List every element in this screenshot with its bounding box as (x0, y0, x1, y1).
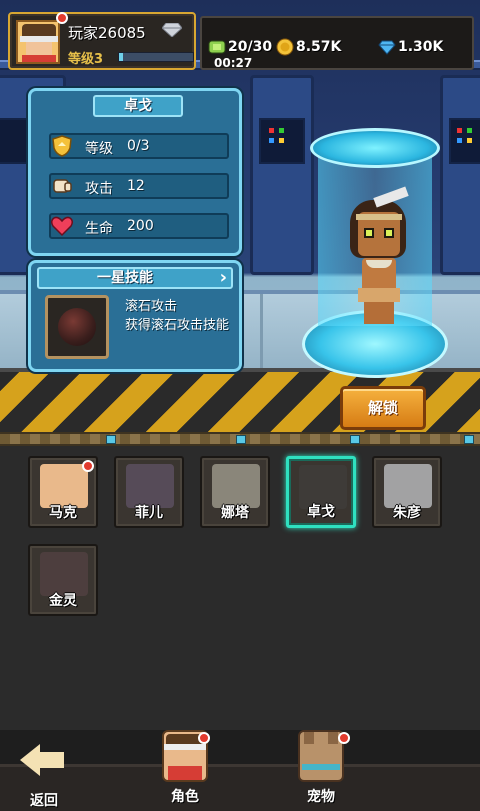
gold-value: 8.57K (296, 39, 342, 55)
attack-fist-icon (47, 171, 77, 201)
stamina-timer: 00:27 (214, 56, 253, 70)
stat-label: 等级 (85, 141, 113, 157)
notification-dot (198, 732, 210, 744)
character-card[interactable]: 娜塔 (200, 456, 270, 528)
player-profile[interactable]: 玩家26085 等级3 (8, 12, 196, 70)
character-name: 朱彦 (393, 505, 421, 521)
resource-bar: 20/30 8.57K 1.30K 00:27 (200, 16, 474, 70)
stamina-counter[interactable]: 20/30 (208, 38, 272, 56)
back-label: 返回 (30, 793, 58, 809)
stat-value: 12 (127, 178, 145, 194)
hero-name: 卓戈 (93, 95, 183, 117)
unlock-button[interactable]: 解锁 (340, 386, 426, 430)
character-card[interactable]: 金灵 (28, 544, 98, 616)
stat-row-level: 等级 0/3 (49, 133, 229, 159)
character-name: 卓戈 (307, 504, 335, 520)
skill-tab[interactable]: 一星技能 › (37, 267, 233, 289)
stamina-value: 20/30 (228, 39, 273, 55)
skill-description: 获得滚石攻击技能 (125, 318, 230, 333)
skill-icon[interactable] (45, 295, 109, 359)
notification-dot (82, 460, 94, 472)
roles-label: 角色 (171, 789, 199, 805)
diamond-icon (378, 38, 396, 56)
notification-dot (56, 12, 68, 24)
capsule-top (310, 128, 440, 168)
vip-diamond-icon[interactable] (161, 22, 183, 41)
skill-tab-label: 一星技能 (97, 270, 153, 286)
stat-value: 200 (127, 218, 154, 234)
stat-value: 0/3 (127, 138, 150, 154)
stat-label: 攻击 (85, 181, 113, 197)
diamond-value: 1.30K (398, 39, 444, 55)
stat-row-attack: 攻击 12 (49, 173, 229, 199)
nav-pets-tab[interactable]: 宠物 (288, 726, 354, 810)
player-avatar[interactable] (16, 20, 60, 64)
character-list: 马克 菲儿 娜塔 卓戈 朱彦金灵 (0, 446, 480, 730)
skill-name: 滚石攻击 (125, 299, 178, 314)
divider-rail (0, 432, 480, 446)
character-name: 马克 (49, 505, 77, 521)
character-card[interactable]: 马克 (28, 456, 98, 528)
rolling-stone-icon (58, 308, 96, 346)
wall-panel (250, 75, 314, 275)
chevron-right-icon[interactable]: › (220, 267, 227, 288)
notification-dot (338, 732, 350, 744)
player-level: 等级3 (68, 52, 104, 67)
character-name: 菲儿 (135, 505, 163, 521)
nav-roles-tab[interactable]: 角色 (152, 726, 218, 810)
back-arrow-icon (20, 738, 66, 782)
character-card[interactable]: 朱彦 (372, 456, 442, 528)
hero-character-sprite (344, 186, 414, 332)
skill-panel: 一星技能 › 滚石攻击 获得滚石攻击技能 (28, 260, 242, 372)
diamond-counter[interactable]: 1.30K (378, 38, 443, 56)
gold-coin-icon (276, 38, 294, 56)
wall-panel (440, 75, 480, 275)
stamina-icon (208, 38, 226, 56)
hero-info-panel: 卓戈 等级 0/3 攻击 12 生命 200 (28, 88, 242, 256)
heart-icon (47, 211, 77, 241)
back-button[interactable]: 返回 (14, 738, 74, 809)
pets-label: 宠物 (307, 789, 335, 805)
gold-counter[interactable]: 8.57K (276, 38, 341, 56)
exp-bar (118, 52, 194, 62)
character-card[interactable]: 菲儿 (114, 456, 184, 528)
player-name: 玩家26085 (68, 24, 146, 42)
character-name: 金灵 (49, 593, 77, 609)
stat-row-health: 生命 200 (49, 213, 229, 239)
level-shield-icon (47, 131, 77, 161)
stat-label: 生命 (85, 221, 113, 237)
character-name: 娜塔 (221, 505, 249, 521)
character-card[interactable]: 卓戈 (286, 456, 356, 528)
